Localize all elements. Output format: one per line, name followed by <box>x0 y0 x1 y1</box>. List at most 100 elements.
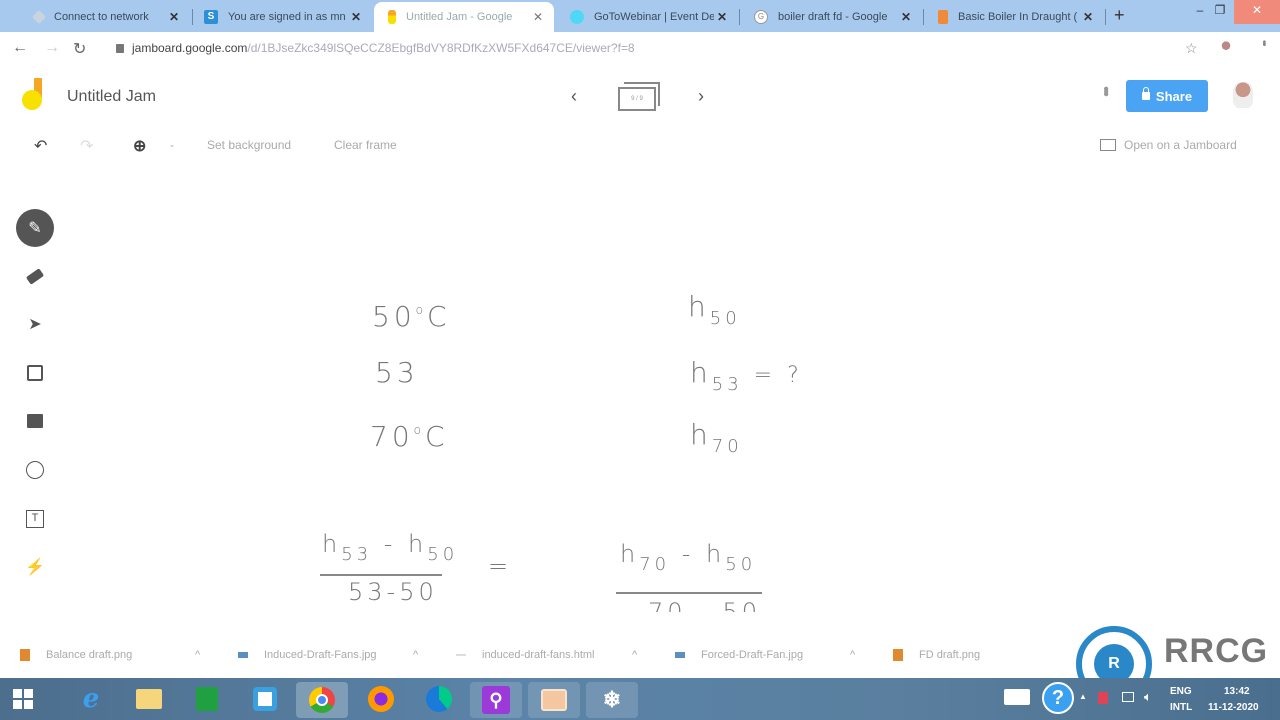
network-icon <box>31 9 47 25</box>
internet-explorer-icon[interactable]: e <box>76 684 106 714</box>
url-field[interactable]: jamboard.google.com/d/1BJseZkc349lSQeCCZ… <box>116 41 635 55</box>
url-host: jamboard.google.com <box>132 41 248 55</box>
download-filename: FD draft.png <box>919 649 981 661</box>
store-icon[interactable] <box>192 684 222 714</box>
tab-gotowebinar[interactable]: GoToWebinar | Event De ✕ <box>556 2 738 32</box>
gotowebinar-icon <box>570 10 584 24</box>
back-arrow-icon[interactable]: ← <box>12 39 28 57</box>
more-options-icon[interactable]: ••• <box>1096 86 1114 94</box>
new-tab-button[interactable]: + <box>1114 5 1125 26</box>
html-file-icon <box>456 654 466 656</box>
undo-icon[interactable]: ↶ <box>34 136 47 156</box>
close-tab-icon[interactable]: ✕ <box>530 10 546 24</box>
equation-right-numerator: h70 - h50 <box>620 540 757 575</box>
next-frame-icon[interactable]: › <box>698 86 704 107</box>
screen: Connect to network ✕ S You are signed in… <box>0 0 1280 720</box>
share-button[interactable]: Share <box>1126 80 1208 112</box>
jpg-file-icon <box>675 652 685 658</box>
tab-label: boiler draft fd - Google <box>778 11 888 23</box>
tab-basic-boiler[interactable]: Basic Boiler In Draught ( ✕ <box>924 2 1104 32</box>
redo-icon[interactable]: ↷ <box>80 136 93 156</box>
clock-date[interactable]: 11-12-2020 <box>1208 702 1259 713</box>
network-tray-icon[interactable] <box>1122 692 1134 702</box>
download-item[interactable]: Balance draft.png <box>20 649 132 661</box>
fraction-bar-left <box>320 574 442 576</box>
reload-icon[interactable]: ↻ <box>73 39 86 59</box>
keyboard-layout[interactable]: INTL <box>1170 702 1192 713</box>
set-background-button[interactable]: Set background <box>207 138 291 152</box>
keyboard-icon[interactable] <box>1004 689 1030 705</box>
download-filename: Induced-Draft-Fans.jpg <box>264 649 377 661</box>
search-app-icon[interactable]: ⚲ <box>470 682 522 718</box>
windows-start-icon[interactable] <box>8 684 38 714</box>
previous-frame-icon[interactable]: ‹ <box>571 86 577 107</box>
bookmark-star-icon[interactable]: ☆ <box>1185 40 1198 57</box>
open-on-jamboard-label: Open on a Jamboard <box>1124 138 1237 152</box>
tab-connect-to-network[interactable]: Connect to network ✕ <box>20 2 190 32</box>
show-hidden-icons-caret[interactable]: ▲ <box>1079 692 1087 701</box>
close-tab-icon[interactable]: ✕ <box>714 10 730 24</box>
close-window-button[interactable]: ✕ <box>1234 0 1280 24</box>
download-options-caret-icon[interactable]: ^ <box>413 649 418 661</box>
handwriting-70c: 70oC <box>370 420 449 453</box>
tab-boiler-draft[interactable]: G boiler draft fd - Google ✕ <box>740 2 922 32</box>
download-filename: Forced-Draft-Fan.jpg <box>701 649 804 661</box>
download-filename: Balance draft.png <box>46 649 133 661</box>
frame-bar-button[interactable]: 9 / 9 <box>618 82 660 112</box>
presentation-app-icon[interactable] <box>528 682 580 718</box>
close-tab-icon[interactable]: ✕ <box>898 10 914 24</box>
blue-app-icon[interactable] <box>250 684 280 714</box>
png-file-icon <box>20 649 30 661</box>
tab-label: Connect to network <box>54 11 149 23</box>
equation-left-numerator: h53 - h50 <box>322 530 459 565</box>
jam-title[interactable]: Untitled Jam <box>67 88 156 106</box>
tab-label: You are signed in as mn <box>228 11 346 23</box>
cast-upload-icon <box>1100 139 1116 151</box>
tab-untitled-jam[interactable]: Untitled Jam - Google ✕ <box>374 2 554 32</box>
flag-icon[interactable] <box>1098 692 1108 704</box>
volume-icon[interactable]: 🔈︎ <box>1144 689 1152 705</box>
jam-canvas[interactable]: 50oC 53 70oC h50 h53 = ? h70 h53 - h50 5… <box>0 170 1280 635</box>
download-item[interactable]: Induced-Draft-Fans.jpg <box>238 649 377 661</box>
download-filename: induced-draft-fans.html <box>482 649 595 661</box>
tab-label: Untitled Jam - Google <box>406 11 513 23</box>
edge-icon[interactable] <box>424 684 454 714</box>
close-tab-icon[interactable]: ✕ <box>166 10 182 24</box>
account-avatar[interactable] <box>1233 82 1253 108</box>
zoom-icon[interactable]: ⊕ <box>133 136 146 156</box>
download-options-caret-icon[interactable]: ^ <box>195 649 200 661</box>
lock-icon <box>1141 87 1150 100</box>
open-on-jamboard-button[interactable]: Open on a Jamboard <box>1100 138 1237 152</box>
download-options-caret-icon[interactable]: ^ <box>632 649 637 661</box>
tab-separator <box>1105 9 1106 25</box>
tab-signed-in[interactable]: S You are signed in as mn ✕ <box>190 2 372 32</box>
file-explorer-icon[interactable] <box>134 684 164 714</box>
jamboard-icon <box>388 10 396 24</box>
help-icon[interactable]: ? <box>1042 682 1074 714</box>
handwriting-h50: h50 <box>688 290 741 329</box>
close-tab-icon[interactable]: ✕ <box>348 10 364 24</box>
download-item[interactable]: FD draft.png <box>893 649 980 661</box>
handwriting-h53-equals-question: h53 = ? <box>690 356 803 395</box>
close-tab-icon[interactable]: ✕ <box>1080 10 1096 24</box>
settings-app-icon[interactable]: ❄ <box>586 682 638 718</box>
zoom-dropdown[interactable]: - <box>170 138 174 152</box>
clock-time[interactable]: 13:42 <box>1224 686 1250 697</box>
slides-icon <box>938 10 948 24</box>
lock-icon <box>116 44 124 53</box>
profile-avatar-icon[interactable] <box>1220 40 1232 56</box>
equation-equals: = <box>488 552 513 580</box>
browser-tab-strip: Connect to network ✕ S You are signed in… <box>0 0 1280 32</box>
firefox-icon[interactable] <box>366 684 396 714</box>
s-logo-icon: S <box>204 10 218 24</box>
handwriting-h70: h70 <box>690 418 743 457</box>
language-code[interactable]: ENG <box>1170 686 1192 697</box>
download-options-caret-icon[interactable]: ^ <box>850 649 855 661</box>
chrome-icon[interactable] <box>296 682 348 718</box>
forward-arrow-icon[interactable]: → <box>44 39 60 57</box>
google-icon: G <box>754 10 768 24</box>
clear-frame-button[interactable]: Clear frame <box>334 138 397 152</box>
download-item[interactable]: induced-draft-fans.html <box>456 649 595 661</box>
browser-menu-icon[interactable]: ••• <box>1258 40 1269 45</box>
download-item[interactable]: Forced-Draft-Fan.jpg <box>675 649 803 661</box>
